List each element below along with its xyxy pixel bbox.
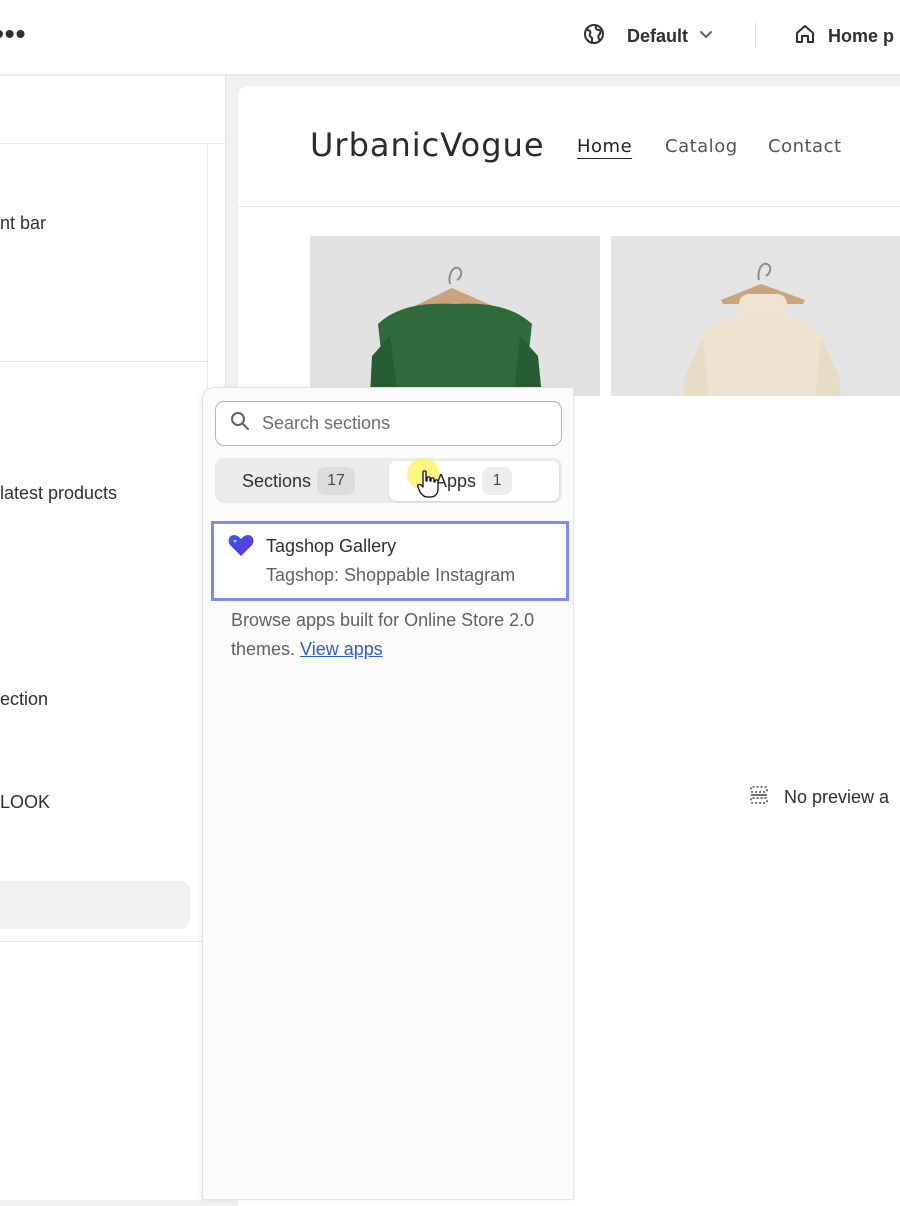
sidebar-header — [0, 76, 226, 144]
sidebar-group-header: nt bar — [0, 144, 208, 362]
add-section-popover: Sections 17 Apps 1 Tagshop Gallery Tagsh… — [202, 387, 574, 1200]
no-preview-text: No preview a — [784, 787, 890, 807]
more-actions-button[interactable]: ••• — [0, 20, 26, 48]
theme-label: Default — [627, 25, 689, 46]
search-sections-field[interactable] — [215, 401, 562, 446]
sidebar-item-featured-collection[interactable]: latest products — [0, 483, 117, 504]
nav-link-contact[interactable]: Contact — [768, 136, 842, 157]
tab-count-badge: 17 — [317, 467, 356, 495]
tab-sections[interactable]: Sections 17 — [218, 461, 386, 501]
product-image-green-sweater[interactable] — [310, 236, 600, 396]
divider — [755, 22, 756, 48]
tab-label: Sections — [242, 470, 312, 491]
app-provider: Tagshop: Shoppable Instagram — [266, 565, 516, 585]
sections-sidebar: nt bar latest products ection LOOK — [0, 76, 226, 1200]
chevron-down-icon — [698, 26, 714, 47]
section-type-tabs: Sections 17 Apps 1 — [215, 458, 562, 503]
page-label: Home p — [828, 25, 895, 46]
add-section-button[interactable] — [0, 881, 190, 929]
no-preview-message: No preview a — [748, 784, 889, 811]
search-icon — [230, 411, 250, 436]
nav-link-catalog[interactable]: Catalog — [665, 136, 738, 157]
home-icon — [794, 23, 816, 50]
product-image-cream-sweater[interactable] — [611, 236, 900, 396]
sidebar-group-template: latest products ection LOOK — [0, 362, 208, 942]
page-selector[interactable]: Home p — [794, 22, 894, 50]
sidebar-item-look[interactable]: LOOK — [0, 792, 50, 813]
theme-selector[interactable]: Default — [583, 22, 714, 50]
view-apps-link[interactable]: View apps — [300, 639, 383, 659]
section-placeholder-icon — [748, 784, 770, 811]
store-header: UrbanicVogue Home Catalog Contact — [238, 86, 900, 207]
nav-link-home[interactable]: Home — [577, 136, 632, 157]
tab-label: Apps — [435, 470, 477, 491]
browse-apps-text: Browse apps built for Online Store 2.0 t… — [231, 606, 551, 664]
sidebar-item-collection[interactable]: ection — [0, 689, 48, 710]
hand-pointer-icon — [417, 470, 439, 498]
store-logo[interactable]: UrbanicVogue — [310, 126, 545, 164]
app-name: Tagshop Gallery — [266, 536, 397, 556]
tagshop-heart-icon — [228, 534, 254, 563]
sidebar-item-announcement-bar[interactable]: nt bar — [0, 213, 46, 234]
app-block-tagshop-gallery[interactable]: Tagshop Gallery Tagshop: Shoppable Insta… — [211, 521, 569, 601]
search-input[interactable] — [260, 412, 540, 435]
tab-count-badge: 1 — [482, 467, 513, 495]
globe-icon — [583, 23, 605, 50]
top-bar: ••• Default Home p — [0, 0, 900, 75]
